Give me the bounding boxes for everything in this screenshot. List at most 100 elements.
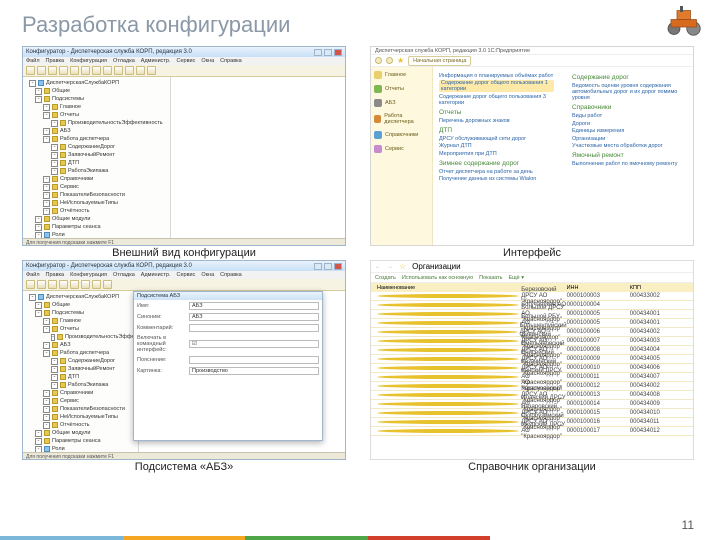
favorite-icon[interactable]: ☆: [399, 262, 406, 271]
menu-item[interactable]: Конфигурация: [70, 272, 107, 278]
tree-item[interactable]: -Главное: [25, 317, 136, 325]
nav-link[interactable]: Участковые места обработки дорог: [572, 143, 687, 149]
sidebar-item[interactable]: Справочники: [374, 131, 429, 139]
tree-item[interactable]: -ДТП: [25, 373, 136, 381]
tree-item[interactable]: -ПроизводительностьЭффективность: [25, 119, 168, 127]
menu-item[interactable]: Администр.: [141, 272, 171, 278]
nav-link[interactable]: Журнал ДТП: [439, 143, 554, 149]
tree-item[interactable]: -Отчётность: [25, 207, 168, 215]
tree-item[interactable]: -Сервис: [25, 397, 136, 405]
tree-item[interactable]: -Справочники: [25, 175, 168, 183]
nav-link[interactable]: Дороги: [572, 121, 687, 127]
nav-link[interactable]: Информация о планируемых объёмах работ: [439, 73, 554, 79]
property-input[interactable]: [189, 356, 319, 364]
toolbar[interactable]: [23, 279, 345, 291]
menu-item[interactable]: Сервис: [177, 272, 196, 278]
nav-fwd-icon[interactable]: [386, 57, 393, 64]
maximize-icon[interactable]: [324, 263, 332, 270]
tree-item[interactable]: -Общие: [25, 87, 168, 95]
tree-item[interactable]: -АБЗ: [25, 341, 136, 349]
menu-item[interactable]: Правка: [46, 272, 65, 278]
tree-item[interactable]: -Главное: [25, 103, 168, 111]
sidebar-item[interactable]: Сервис: [374, 145, 429, 153]
toolbar-button[interactable]: Создать: [375, 275, 396, 281]
tree-item[interactable]: -Отчеты: [25, 325, 136, 333]
tree-item[interactable]: -ДТП: [25, 159, 168, 167]
nav-link[interactable]: Организации: [572, 136, 687, 142]
tree-item[interactable]: -РаботаЭкипажа: [25, 381, 136, 389]
tree-item[interactable]: -Отчётность: [25, 421, 136, 429]
nav-link[interactable]: Отчет диспетчера на работе за день: [439, 169, 554, 175]
nav-link[interactable]: Ведомость оценки уровня содержания автом…: [572, 83, 687, 101]
property-input[interactable]: Производство: [189, 367, 319, 375]
nav-link[interactable]: Получение данных из системы Wialon: [439, 176, 554, 182]
menu-item[interactable]: Справка: [220, 58, 242, 64]
tree-item[interactable]: -Отчеты: [25, 111, 168, 119]
nav-back-icon[interactable]: [375, 57, 382, 64]
column-header[interactable]: КПП: [630, 285, 693, 291]
config-tree[interactable]: -ДиспетчерскаяСлужбаКОРП-Общие-Подсистем…: [23, 291, 139, 459]
tree-item[interactable]: -Подсистемы: [25, 309, 136, 317]
tree-item[interactable]: -СодержаниеДорог: [25, 143, 168, 151]
tree-item[interactable]: -Работа диспетчера: [25, 349, 136, 357]
tree-item[interactable]: -Работа диспетчера: [25, 135, 168, 143]
nav-link[interactable]: ДРСУ обслуживающей сети дорог: [439, 136, 554, 142]
start-page-button[interactable]: Начальная страница: [408, 56, 471, 66]
toolbar-button[interactable]: Показать: [479, 275, 502, 281]
minimize-icon[interactable]: [314, 263, 322, 270]
table-row[interactable]: Ужурский ДРСУ АО "Красноярдор"0000100017…: [371, 427, 693, 436]
property-input[interactable]: ☑: [189, 340, 319, 348]
tree-item[interactable]: -Параметры сеанса: [25, 437, 136, 445]
tree-item[interactable]: -Общие модули: [25, 429, 136, 437]
nav-link[interactable]: Перечень дорожных знаков: [439, 118, 554, 124]
tree-item[interactable]: -ПоказателиБезопасности: [25, 191, 168, 199]
menu-item[interactable]: Отладка: [113, 272, 135, 278]
table-row[interactable]: Березовский ДРСУ АО "Красноярдор"0000100…: [371, 292, 693, 301]
menu-item[interactable]: Окна: [201, 58, 214, 64]
tree-item[interactable]: -НеИспользуемыеТипы: [25, 413, 136, 421]
sidebar-item[interactable]: Работа диспетчера: [374, 113, 429, 125]
tree-item[interactable]: -ЗаявочныйРемонт: [25, 151, 168, 159]
menu-item[interactable]: Отладка: [113, 58, 135, 64]
tree-item[interactable]: -ДиспетчерскаяСлужбаКОРП: [25, 293, 136, 301]
minimize-icon[interactable]: [314, 49, 322, 56]
toolbar-button[interactable]: Использовать как основную: [402, 275, 473, 281]
tree-item[interactable]: -АБЗ: [25, 127, 168, 135]
tree-item[interactable]: -ПроизводительностьЭффективность: [25, 333, 136, 341]
tree-item[interactable]: -НеИспользуемыеТипы: [25, 199, 168, 207]
tree-item[interactable]: -СодержаниеДорог: [25, 357, 136, 365]
tree-item[interactable]: -РаботаЭкипажа: [25, 167, 168, 175]
close-icon[interactable]: [334, 49, 342, 56]
tree-item[interactable]: -ПоказателиБезопасности: [25, 405, 136, 413]
browser-sidebar[interactable]: ГлавноеОтчетыАБЗРабота диспетчераСправоч…: [371, 67, 433, 245]
maximize-icon[interactable]: [324, 49, 332, 56]
menubar[interactable]: ФайлПравкаКонфигурацияОтладкаАдминистр.С…: [23, 57, 345, 65]
menubar[interactable]: ФайлПравкаКонфигурацияОтладкаАдминистр.С…: [23, 271, 345, 279]
close-icon[interactable]: [334, 263, 342, 270]
column-header[interactable]: ИНН: [567, 285, 630, 291]
nav-back-icon[interactable]: ←: [375, 264, 381, 270]
tree-item[interactable]: -ЗаявочныйРемонт: [25, 365, 136, 373]
toolbar[interactable]: [23, 65, 345, 77]
nav-link[interactable]: Выполнение работ по ямочному ремонту: [572, 161, 687, 167]
nav-link[interactable]: Единицы измерения: [572, 128, 687, 134]
tree-item[interactable]: -ДиспетчерскаяСлужбаКОРП: [25, 79, 168, 87]
tree-item[interactable]: -Подсистемы: [25, 95, 168, 103]
nav-fwd-icon[interactable]: →: [387, 264, 393, 270]
tree-item[interactable]: -Параметры сеанса: [25, 223, 168, 231]
property-input[interactable]: АБЗ: [189, 313, 319, 321]
favorite-icon[interactable]: ★: [397, 56, 404, 65]
menu-item[interactable]: Файл: [26, 58, 40, 64]
property-input[interactable]: АБЗ: [189, 302, 319, 310]
org-toolbar[interactable]: Создать Использовать как основную Показать…: [371, 273, 693, 283]
config-tree[interactable]: -ДиспетчерскаяСлужбаКОРП-Общие-Подсистем…: [23, 77, 171, 245]
nav-link[interactable]: Содержание дорог общего пользования 3 ка…: [439, 94, 554, 106]
tree-item[interactable]: -Справочники: [25, 389, 136, 397]
toolbar-button[interactable]: Ещё ▾: [508, 275, 524, 281]
nav-link[interactable]: Виды работ: [572, 113, 687, 119]
menu-item[interactable]: Окна: [201, 272, 214, 278]
menu-item[interactable]: Администр.: [141, 58, 171, 64]
tree-item[interactable]: -Общие: [25, 301, 136, 309]
tree-item[interactable]: -Общие модули: [25, 215, 168, 223]
nav-link[interactable]: Мероприятия при ДТП: [439, 151, 554, 157]
